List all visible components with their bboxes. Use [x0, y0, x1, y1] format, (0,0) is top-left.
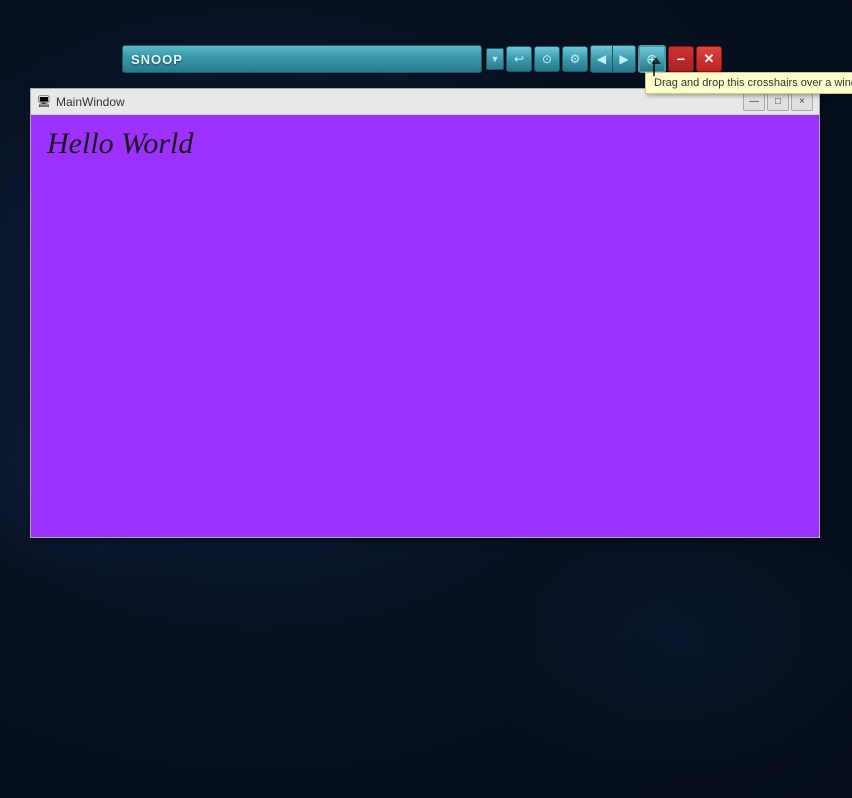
- snoop-toolbar: SNOOP ▼ ↩ ⊙ ⚙ ◀ ▶ ⊕ − ✕: [122, 44, 722, 74]
- window-maximize-button[interactable]: □: [767, 93, 789, 111]
- magnify-button[interactable]: ⊙: [534, 46, 560, 72]
- main-window: 🖥 MainWindow — □ × Hello World: [30, 88, 820, 538]
- settings-icon: ⚙: [570, 52, 581, 66]
- nav-button-group: ◀ ▶: [590, 45, 636, 73]
- minus-icon: −: [677, 51, 685, 67]
- navigate-button[interactable]: ↩: [506, 46, 532, 72]
- window-minimize-button[interactable]: —: [743, 93, 765, 111]
- window-icon-glyph: 🖥: [37, 95, 51, 108]
- close-toolbar-button[interactable]: ✕: [696, 46, 722, 72]
- window-content: Hello World: [31, 115, 819, 537]
- dropdown-arrow-icon: ▼: [491, 54, 500, 64]
- nav-next-icon: ▶: [619, 52, 628, 66]
- snoop-dropdown-button[interactable]: ▼: [486, 48, 504, 70]
- close-icon: ✕: [704, 51, 715, 67]
- magnify-icon: ⊙: [542, 52, 552, 66]
- snoop-label: SNOOP: [127, 52, 477, 67]
- snoop-input[interactable]: SNOOP: [122, 45, 482, 73]
- minimize-toolbar-button[interactable]: −: [668, 46, 694, 72]
- window-minimize-icon: —: [749, 96, 759, 107]
- nav-prev-button[interactable]: ◀: [591, 46, 613, 72]
- window-controls: — □ ×: [743, 93, 813, 111]
- window-title: MainWindow: [56, 95, 743, 109]
- hello-world-label: Hello World: [47, 127, 193, 161]
- nav-next-button[interactable]: ▶: [613, 46, 635, 72]
- window-maximize-icon: □: [775, 96, 781, 107]
- navigate-icon: ↩: [514, 52, 524, 66]
- window-close-icon: ×: [799, 96, 805, 107]
- crosshair-tooltip: Drag and drop this crosshairs over a win…: [645, 72, 852, 94]
- window-close-button[interactable]: ×: [791, 93, 813, 111]
- window-app-icon: 🖥: [37, 95, 51, 109]
- settings-button[interactable]: ⚙: [562, 46, 588, 72]
- nav-prev-icon: ◀: [597, 52, 606, 66]
- cursor-indicator: [648, 57, 660, 77]
